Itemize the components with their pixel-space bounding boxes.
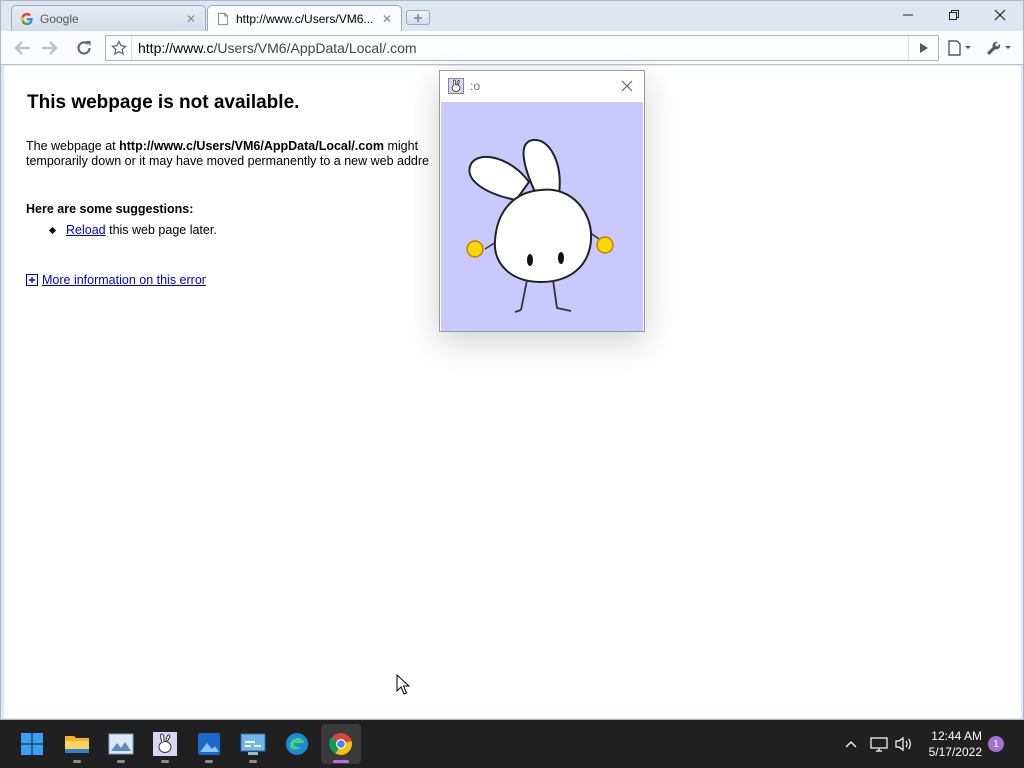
close-icon [621,80,633,92]
google-icon [20,12,33,25]
tab-google[interactable]: Google ✕ [11,5,206,31]
popup-image-area [441,102,643,331]
error-title: This webpage is not available. [27,92,300,113]
url-path: /Users/VM6/AppData/Local/.com [213,40,417,56]
desc-line1-suffix: might [384,139,419,153]
control-panel-icon [240,733,266,755]
mouse-cursor-icon [396,674,410,695]
page-menu-button[interactable] [945,36,975,60]
running-indicator-active [333,760,349,763]
go-button[interactable] [908,36,938,60]
network-button[interactable] [869,733,889,755]
taskbar-photo-viewer[interactable] [101,724,141,764]
browser-toolbar: http://www.c/Users/VM6/AppData/Local/.co… [1,31,1023,65]
tab-error-label: http://www.c/Users/VM6... [236,11,374,26]
suggestions-title: Here are some suggestions: [26,202,194,216]
reload-button[interactable] [72,36,96,60]
taskbar-photos[interactable] [189,724,229,764]
arrow-left-icon [15,41,30,55]
desc-prefix: The webpage at [26,139,120,153]
clock[interactable]: 12:44 AM 5/17/2022 [920,728,982,760]
edge-icon [286,733,308,755]
more-info-toggle[interactable]: More information on this error [26,273,206,287]
plus-icon [414,13,422,22]
arrow-right-icon [42,41,57,55]
running-indicator [249,760,257,763]
running-indicator [73,760,81,763]
desc-url: http://www.c/Users/VM6/AppData/Local/.co… [119,139,384,153]
volume-icon [895,736,911,752]
restore-button[interactable] [931,1,977,29]
close-window-button[interactable] [977,1,1023,29]
popup-window: :o [439,70,645,332]
expand-plus-icon[interactable] [26,274,38,286]
running-indicator [161,760,169,763]
bunny-app-icon [448,78,464,94]
running-indicator [117,760,125,763]
url-text[interactable]: http://www.c/Users/VM6/AppData/Local/.co… [132,40,908,56]
suggestion-item: Reload this web page later. [48,223,217,237]
taskbar-bunny-app[interactable] [145,724,185,764]
start-button[interactable] [12,724,52,764]
network-icon [870,737,888,752]
running-indicator [205,760,213,763]
restore-icon [949,10,959,20]
url-host: http://www.c [138,40,214,56]
notification-badge[interactable]: 1 [988,736,1004,752]
tab-close-icon[interactable]: ✕ [185,12,197,26]
clock-date: 5/17/2022 [928,745,982,759]
new-tab-button[interactable] [406,10,430,25]
volume-button[interactable] [894,733,914,755]
taskbar-edge[interactable] [277,724,317,764]
popup-close-button[interactable] [616,75,638,97]
taskbar-control-panel[interactable] [233,724,273,764]
page-icon [218,12,228,25]
back-button[interactable] [11,36,35,60]
taskbar: 12:44 AM 5/17/2022 1 [0,720,1024,768]
reload-link[interactable]: Reload [66,223,106,237]
file-explorer-icon [65,736,89,753]
show-hidden-icons-button[interactable] [842,734,860,754]
error-description: The webpage at http://www.c/Users/VM6/Ap… [26,139,466,169]
reload-icon [77,41,91,55]
page-menu-icon [948,40,971,56]
address-bar[interactable]: http://www.c/Users/VM6/AppData/Local/.co… [105,35,939,61]
bunny-character-image [466,138,614,313]
more-info-link[interactable]: More information on this error [42,273,206,287]
chrome-icon [329,733,352,755]
wrench-menu-button[interactable] [983,36,1015,60]
tab-google-label: Google [40,11,79,26]
taskbar-file-explorer[interactable] [57,724,97,764]
popup-titlebar[interactable]: :o [440,71,644,101]
photo-viewer-icon [108,733,134,755]
minimize-button[interactable] [885,1,931,29]
clock-time: 12:44 AM [931,729,982,743]
bullet-icon [48,226,57,234]
taskbar-chrome[interactable] [321,724,361,764]
start-icon [21,733,43,755]
reload-suffix: this web page later. [105,223,217,237]
wrench-icon [987,41,1011,55]
minimize-icon [903,14,913,16]
bookmark-star-icon[interactable] [106,36,132,60]
bunny-app-icon [153,732,177,756]
tab-strip: Google ✕ http://www.c/Users/VM6... ✕ [1,1,1023,31]
forward-button[interactable] [37,36,61,60]
close-icon [994,9,1006,21]
desc-line2: temporarily down or it may have moved pe… [26,154,429,168]
tab-error-page[interactable]: http://www.c/Users/VM6... ✕ [207,5,402,31]
photos-icon [198,733,220,755]
chevron-up-icon [845,741,857,748]
play-icon [919,43,928,53]
popup-title-text: :o [470,79,481,93]
tab-close-icon[interactable]: ✕ [381,12,393,26]
